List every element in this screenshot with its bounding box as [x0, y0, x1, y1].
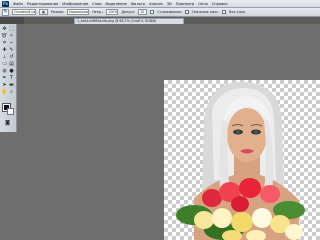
menu-image[interactable]: Изображение [62, 2, 88, 6]
shape-tool-icon[interactable]: ▬ [8, 82, 15, 88]
brush-icon[interactable]: ✎ [2, 8, 9, 16]
gradient-tool-icon[interactable]: ▤ [8, 61, 15, 67]
stamp-tool-icon[interactable]: ⊥ [1, 54, 8, 60]
menu-3d[interactable]: 3D [167, 2, 172, 6]
options-bar: ✎ Основной цвет ▦ Режим: Нормальный Непр… [0, 8, 320, 17]
menu-layers[interactable]: Слои [92, 2, 101, 6]
tolerance-input[interactable]: 32 [138, 9, 148, 15]
antialias-label: Сглаживание [157, 10, 182, 14]
marquee-tool-icon[interactable]: ⬚ [8, 26, 15, 32]
quick-mask-icon[interactable]: ◙ [4, 120, 11, 126]
lasso-tool-icon[interactable]: ➰ [1, 33, 8, 39]
zoom-tool-icon[interactable]: ⌕ [8, 89, 15, 95]
healing-tool-icon[interactable]: ✚ [1, 47, 8, 53]
menu-help[interactable]: Справка [212, 2, 228, 6]
history-brush-tool-icon[interactable]: ↺ [8, 54, 15, 60]
menu-window[interactable]: Окно [198, 2, 208, 6]
contiguous-checkbox[interactable] [184, 10, 189, 14]
hand-tool-icon[interactable]: ✋ [1, 89, 8, 95]
path-select-tool-icon[interactable]: ➤ [1, 82, 8, 88]
menu-select[interactable]: Выделение [106, 2, 127, 6]
dodge-tool-icon[interactable]: ● [8, 68, 15, 74]
menu-analysis[interactable]: Анализ [149, 2, 163, 6]
menu-file[interactable]: Файл [13, 2, 23, 6]
portrait-with-flowers-image [176, 81, 305, 240]
background-color-swatch[interactable] [7, 108, 14, 115]
brush-tool-icon[interactable]: ✎ [8, 47, 15, 53]
all-layers-checkbox[interactable] [222, 10, 227, 14]
crop-tool-icon[interactable]: ⌗ [1, 40, 8, 46]
move-tool-icon[interactable]: ✥ [1, 26, 8, 32]
toolbox: ✥ ⬚ ➰ ✧ ⌗ ⌁ ✚ ✎ ⊥ ↺ ▭ ▤ ◍ ● ✒ T ➤ ▬ ✋ ⌕ … [0, 24, 17, 132]
blur-tool-icon[interactable]: ◍ [1, 68, 8, 74]
app-logo: Ps [2, 0, 9, 7]
contiguous-label: Смежные пикс. [191, 10, 220, 14]
eraser-tool-icon[interactable]: ▭ [1, 61, 8, 67]
menu-edit[interactable]: Редактирование [27, 2, 58, 6]
document-tab-bar: 1_bab1ccf865ac0b.png @ 66,7% (Слой 0, RG… [24, 17, 320, 24]
mode-label: Режим: [51, 10, 65, 14]
magic-wand-tool-icon[interactable]: ✧ [8, 33, 15, 39]
opacity-label: Непр.: [92, 10, 104, 14]
preset-dropdown[interactable]: Основной цвет [12, 9, 36, 15]
canvas-area[interactable] [18, 24, 320, 240]
tolerance-label: Допуск: [121, 10, 136, 14]
type-tool-icon[interactable]: T [8, 75, 15, 81]
swatch-button[interactable]: ▦ [39, 9, 49, 15]
menu-filter[interactable]: Фильтр [131, 2, 145, 6]
eyedropper-tool-icon[interactable]: ⌁ [8, 40, 15, 46]
menu-bar: Ps Файл Редактирование Изображение Слои … [0, 0, 320, 8]
pen-tool-icon[interactable]: ✒ [1, 75, 8, 81]
tab-scroll-area [0, 17, 24, 24]
opacity-input[interactable]: 100% [106, 9, 119, 15]
antialias-checkbox[interactable] [150, 10, 155, 14]
document-image[interactable] [164, 80, 320, 240]
menu-view[interactable]: Просмотр [176, 2, 194, 6]
all-layers-label: Все слои [229, 10, 245, 14]
mode-dropdown[interactable]: Нормальный [67, 9, 90, 15]
